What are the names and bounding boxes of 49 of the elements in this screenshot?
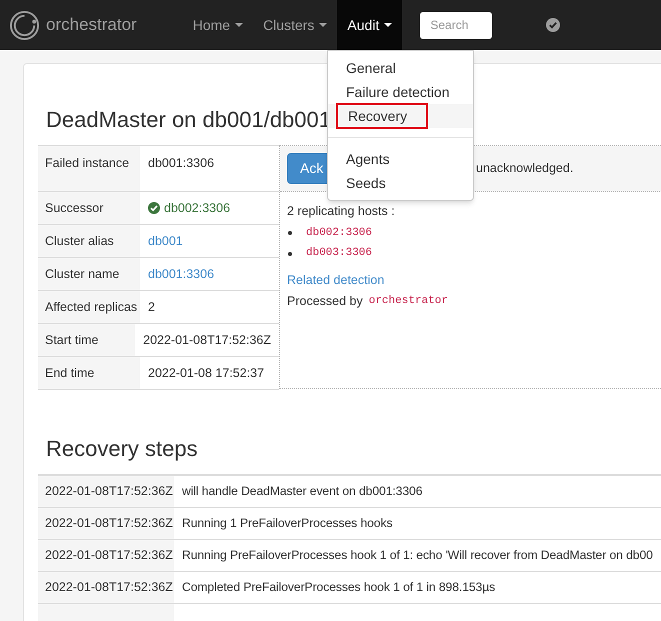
label-cell: Cluster alias: [38, 225, 140, 257]
value-cell-text: 2: [147, 298, 156, 316]
nav-menu[interactable]: Home: [182, 0, 254, 50]
caret-icon: [235, 23, 244, 27]
label-cell: Affected replicas: [38, 291, 140, 323]
menu-item[interactable]: Recovery: [336, 103, 428, 129]
menu-item[interactable]: Seeds: [336, 170, 396, 196]
caret-icon: [319, 23, 328, 27]
time-cell: 2022-01-08T17:52:36Z: [38, 540, 174, 571]
successor-host: db002:3306: [164, 200, 230, 217]
acknowledge-status: unacknowledged.: [476, 160, 574, 178]
label-cell: Successor: [38, 192, 140, 224]
value-cell-text: db001:3306: [147, 155, 216, 172]
nav-menu[interactable]: Clusters: [253, 0, 338, 50]
value-cell-text: 2022-01-08 17:52:37: [147, 364, 266, 382]
label-cell: Failed instance: [38, 146, 140, 191]
host-code: db003:3306: [306, 246, 372, 262]
replicas-heading: 2 replicating hosts :: [287, 203, 396, 220]
time-cell: 2022-01-08T17:52:36Z: [38, 476, 174, 507]
ring-logo-icon: [9, 10, 40, 40]
page-title: DeadMaster on db001/db001: [46, 106, 331, 134]
menu-item[interactable]: General: [336, 55, 406, 81]
bullet-icon: [288, 252, 292, 256]
section-title: Recovery steps: [46, 435, 198, 463]
host-code: db002:3306: [306, 226, 372, 241]
cluster-link[interactable]: db001: [148, 232, 183, 250]
message-cell-text: will handle DeadMaster event on db001:3306: [181, 483, 424, 500]
processor-code: orchestrator: [368, 294, 448, 309]
bullet-icon: [288, 231, 292, 235]
menu-item[interactable]: Agents: [336, 146, 400, 172]
message-cell-text: Running PreFailoverProcesses hook 1 of 1: echo 'Will recover from DeadMaster on db00: [181, 547, 654, 564]
cluster-link[interactable]: db001:3306: [148, 264, 214, 284]
search-field[interactable]: Search: [420, 12, 492, 38]
time-cell: 2022-01-08T17:52:36Z: [38, 508, 174, 539]
caret-icon: [384, 23, 392, 27]
brand-name[interactable]: orchestrator: [46, 12, 137, 38]
check-circle-icon: [148, 202, 160, 214]
label-cell: End time: [38, 357, 140, 389]
check-circle-icon[interactable]: [546, 18, 560, 32]
message-cell-text: Running 1 PreFailoverProcesses hooks: [181, 515, 394, 532]
processed-by-label: Processed by: [287, 292, 363, 310]
value-cell-text: 2022-01-08T17:52:36Z: [142, 332, 272, 349]
nav-menu[interactable]: Audit: [337, 0, 402, 50]
label-cell: Cluster name: [38, 258, 140, 290]
time-cell: 2022-01-08T17:52:36Z: [38, 572, 174, 603]
menu-item[interactable]: Failure detection: [336, 79, 460, 105]
label-cell: Start time: [38, 324, 136, 356]
related-detection-link[interactable]: Related detection: [287, 270, 384, 290]
message-cell-text: Completed PreFailoverProcesses hook 1 of 1 in 898.153µs: [181, 579, 496, 596]
